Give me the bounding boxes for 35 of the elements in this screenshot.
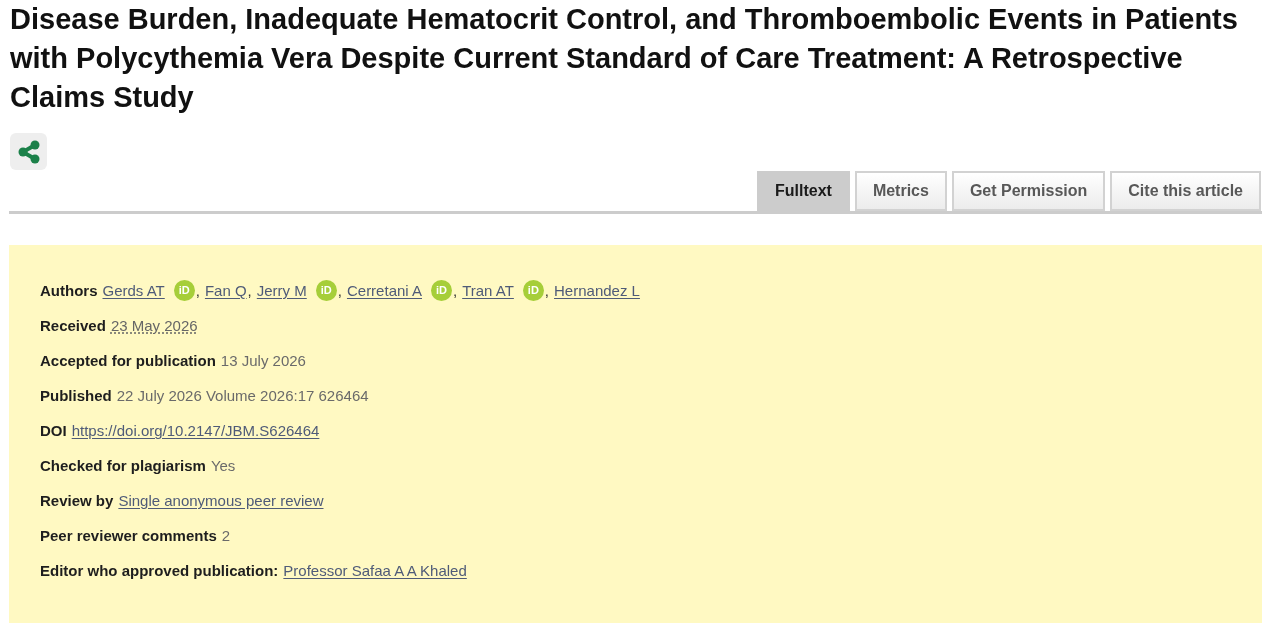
field-label: Authors [40,281,98,301]
separator-text: , [544,281,550,301]
tab[interactable]: Fulltext [757,171,850,211]
value-link[interactable]: Single anonymous peer review [118,490,324,511]
tab[interactable]: Cite this article [1110,171,1261,211]
value-text: 13 July 2026 [220,351,306,371]
field-label: Accepted for publication [40,351,216,371]
value-text: Yes [210,456,236,476]
separator-text: , [247,281,252,301]
share-icon [17,139,40,164]
field-label: Received [40,316,106,336]
value-link[interactable]: https://doi.org/10.2147/JBM.S626464 [71,420,320,441]
value-text: 22 July 2026 Volume 2026:17 626464 [116,386,369,406]
author-link[interactable]: Gerds AT [102,280,165,301]
field-label: DOI [40,421,67,441]
author-link[interactable]: Jerry M [256,280,307,301]
field-label: Checked for plagiarism [40,456,206,476]
author-link[interactable]: Tran AT [462,280,514,301]
value-text: 2 [221,526,231,546]
field-label: Published [40,386,112,406]
separator-text: , [453,281,458,301]
field-label: Review by [40,491,114,511]
separator-text: , [195,281,200,301]
author-link[interactable]: Cerretani A [346,280,422,301]
share-button[interactable] [10,133,47,170]
value-link[interactable]: Professor Safaa A A Khaled [283,560,467,581]
field-label: Editor who approved publication: [40,561,279,581]
article-title: Disease Burden, Inadequate Hematocrit Control, and Thromboembolic Events in Patients with Polycythemia Vera Despite Current Standard of Care Treatment: A Retrospective Claims Study [10,2,1239,115]
tab[interactable]: Metrics [854,171,947,211]
separator-text: , [337,281,342,301]
author-link[interactable]: Hernandez L [554,280,640,301]
date-text: 23 May 2026 [110,316,198,336]
tab[interactable]: Get Permission [951,171,1106,211]
field-label: Peer reviewer comments [40,526,217,546]
author-link[interactable]: Fan Q [204,280,247,301]
